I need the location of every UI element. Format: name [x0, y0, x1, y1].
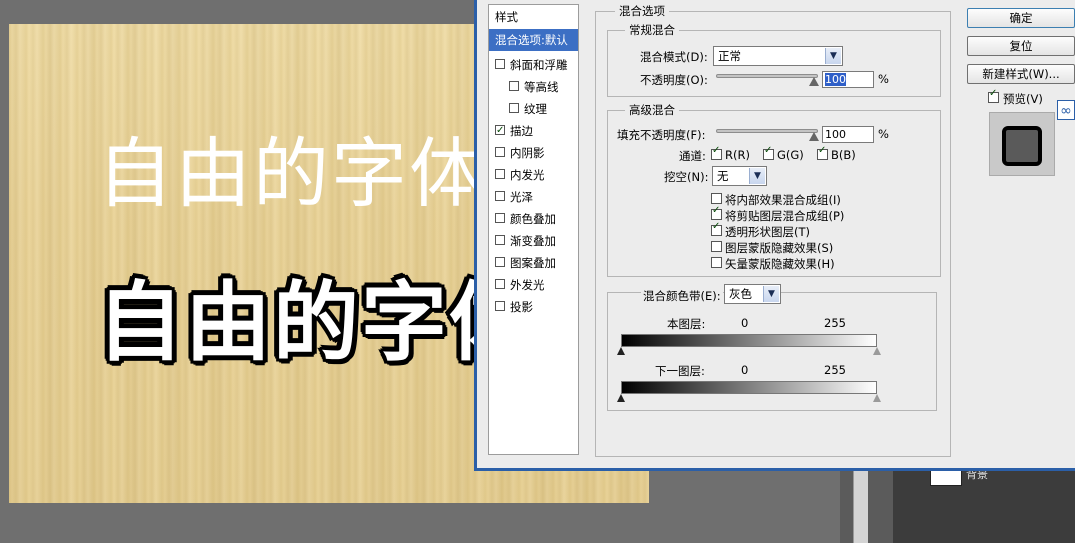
reset-button[interactable]: 复位	[967, 36, 1075, 56]
satin-checkbox[interactable]	[495, 191, 505, 201]
preview-checkbox[interactable]	[988, 88, 999, 103]
knockout-select[interactable]: 无 ▼	[712, 166, 767, 186]
this-layer-high-value: 255	[824, 316, 846, 330]
blend-if-label: 混合颜色带(E):	[641, 288, 723, 304]
style-item-bevel-emboss[interactable]: 斜面和浮雕	[489, 54, 578, 76]
this-layer-gradient	[621, 334, 877, 347]
style-list: 样式 混合选项:默认 斜面和浮雕 等高线 纹理 描边 内阴影 内发光 光泽 颜色…	[488, 4, 579, 455]
this-layer-low-value: 0	[741, 316, 749, 330]
underlying-layer-low-value: 0	[741, 363, 749, 377]
this-layer-black-slider[interactable]	[617, 347, 625, 355]
blend-interior-effects-label: 将内部效果混合成组(I)	[725, 193, 841, 207]
new-style-button[interactable]: 新建样式(W)...	[967, 64, 1075, 84]
opacity-label: 不透明度(O):	[640, 73, 708, 87]
blend-interior-effects-checkbox[interactable]	[711, 193, 722, 204]
opacity-slider[interactable]	[716, 74, 818, 78]
texture-checkbox[interactable]	[509, 103, 519, 113]
layer-mask-hides-checkbox[interactable]	[711, 241, 722, 252]
color-overlay-checkbox[interactable]	[495, 213, 505, 223]
channel-r-label: R(R)	[725, 148, 750, 162]
chevron-down-icon: ▼	[825, 48, 841, 64]
this-layer-white-slider[interactable]	[873, 347, 881, 355]
underlying-layer-gradient	[621, 381, 877, 394]
fill-opacity-unit: %	[878, 127, 889, 141]
panel-scrollbar[interactable]	[853, 468, 868, 543]
inner-glow-checkbox[interactable]	[495, 169, 505, 179]
style-item-color-overlay[interactable]: 颜色叠加	[489, 208, 578, 230]
advanced-blending-title: 高级混合	[625, 102, 679, 118]
vector-mask-hides-checkbox[interactable]	[711, 257, 722, 268]
channel-b-label: B(B)	[831, 148, 856, 162]
channel-r-checkbox[interactable]	[711, 145, 722, 160]
layer-mask-hides-label: 图层蒙版隐藏效果(S)	[725, 241, 834, 255]
fill-opacity-slider-thumb[interactable]	[809, 132, 819, 141]
blend-mode-value: 正常	[718, 49, 741, 63]
style-item-texture[interactable]: 纹理	[489, 98, 578, 120]
knockout-label: 挖空(N):	[664, 170, 709, 184]
underlying-layer-label: 下一图层:	[655, 364, 705, 378]
fill-opacity-label: 填充不透明度(F):	[617, 128, 706, 142]
contour-checkbox[interactable]	[509, 81, 519, 91]
outer-glow-checkbox[interactable]	[495, 279, 505, 289]
style-item-pattern-overlay[interactable]: 图案叠加	[489, 252, 578, 274]
fill-opacity-slider[interactable]	[716, 129, 818, 133]
underlying-layer-black-slider[interactable]	[617, 394, 625, 402]
style-item-blending-options[interactable]: 混合选项:默认	[489, 29, 578, 51]
inner-shadow-checkbox[interactable]	[495, 147, 505, 157]
transparency-shapes-checkbox[interactable]	[711, 221, 722, 236]
channel-b-checkbox[interactable]	[817, 145, 828, 160]
link-icon[interactable]: ∞	[1057, 100, 1075, 120]
canvas-text-plain: 自由的字体	[97, 129, 487, 218]
underlying-layer-high-value: 255	[824, 363, 846, 377]
style-item-satin[interactable]: 光泽	[489, 186, 578, 208]
style-item-inner-glow[interactable]: 内发光	[489, 164, 578, 186]
gradient-overlay-checkbox[interactable]	[495, 235, 505, 245]
preview-swatch	[1002, 126, 1042, 166]
vector-mask-hides-label: 矢量蒙版隐藏效果(H)	[725, 257, 835, 271]
canvas-text-stroked: 自由的字体	[97, 273, 537, 373]
channels-label: 通道:	[679, 149, 706, 163]
preview-label: 预览(V)	[1003, 92, 1043, 106]
pattern-overlay-checkbox[interactable]	[495, 257, 505, 267]
style-item-inner-shadow[interactable]: 内阴影	[489, 142, 578, 164]
style-preview	[989, 112, 1055, 176]
channel-g-checkbox[interactable]	[763, 145, 774, 160]
knockout-value: 无	[717, 169, 729, 183]
style-item-outer-glow[interactable]: 外发光	[489, 274, 578, 296]
fill-opacity-input[interactable]: 100	[822, 126, 874, 143]
stroke-checkbox[interactable]	[495, 120, 505, 142]
blend-mode-select[interactable]: 正常 ▼	[713, 46, 843, 66]
channel-g-label: G(G)	[777, 148, 804, 162]
style-item-drop-shadow[interactable]: 投影	[489, 296, 578, 318]
this-layer-label: 本图层:	[667, 317, 706, 331]
bevel-emboss-checkbox[interactable]	[495, 59, 505, 69]
general-blending-title: 常规混合	[625, 22, 679, 38]
chevron-down-icon: ▼	[749, 168, 765, 184]
underlying-layer-white-slider[interactable]	[873, 394, 881, 402]
blend-mode-label: 混合模式(D):	[640, 50, 708, 64]
blend-if-value: 灰色	[729, 287, 752, 301]
opacity-unit: %	[878, 72, 889, 86]
style-item-stroke[interactable]: 描边	[489, 120, 578, 142]
ok-button[interactable]: 确定	[967, 8, 1075, 28]
blend-clipped-layers-checkbox[interactable]	[711, 205, 722, 220]
opacity-slider-thumb[interactable]	[809, 77, 819, 86]
style-list-header[interactable]: 样式	[489, 6, 578, 28]
opacity-input[interactable]: 100	[822, 71, 874, 88]
style-item-gradient-overlay[interactable]: 渐变叠加	[489, 230, 578, 252]
transparency-shapes-label: 透明形状图层(T)	[725, 225, 810, 239]
chevron-down-icon: ▼	[763, 286, 779, 302]
style-item-contour[interactable]: 等高线	[489, 76, 578, 98]
blend-if-select[interactable]: 灰色 ▼	[724, 284, 781, 304]
blending-options-title: 混合选项	[615, 3, 669, 19]
blend-clipped-layers-label: 将剪贴图层混合成组(P)	[725, 209, 845, 223]
drop-shadow-checkbox[interactable]	[495, 301, 505, 311]
